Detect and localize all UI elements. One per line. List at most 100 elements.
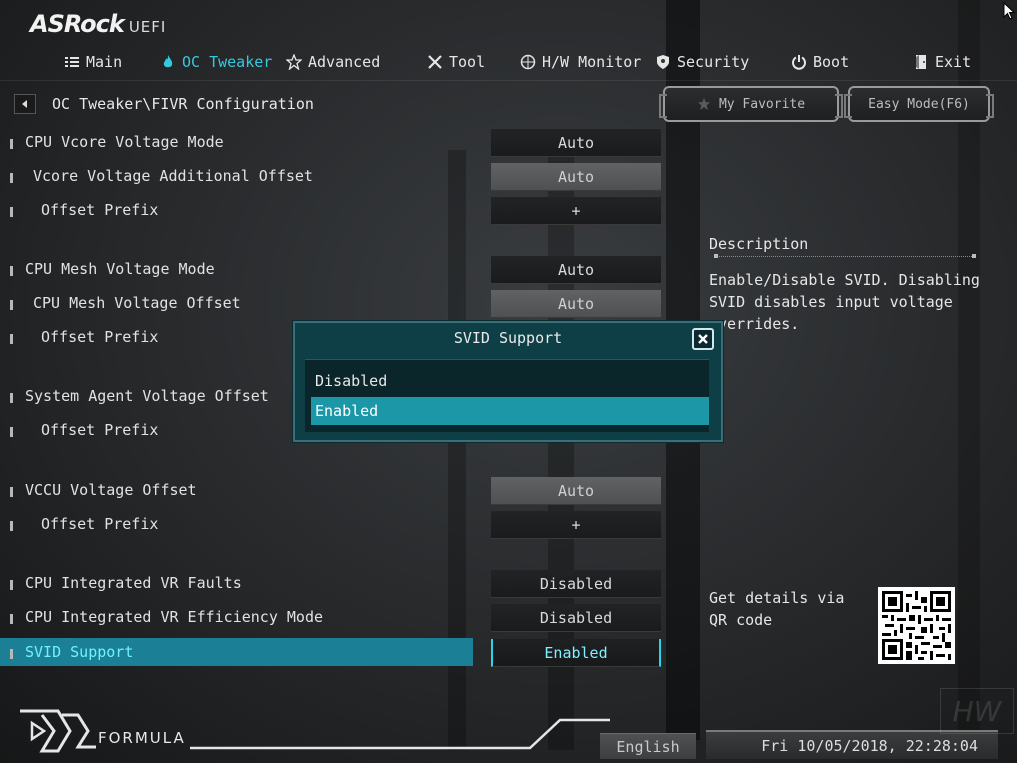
setting-label: Offset Prefix: [41, 515, 159, 533]
setting-value[interactable]: Auto: [491, 129, 661, 157]
setting-label: Offset Prefix: [41, 328, 159, 346]
tab-boot[interactable]: Boot: [791, 50, 849, 74]
setting-value[interactable]: +: [491, 197, 661, 225]
monitor-icon: [520, 54, 536, 70]
option-disabled[interactable]: Disabled: [311, 367, 709, 395]
setting-label: Vcore Voltage Additional Offset: [33, 167, 313, 185]
tab-boot-label: Boot: [813, 53, 850, 71]
footer-decoration: [190, 718, 610, 750]
brand-logo: ASRock UEFI: [30, 10, 167, 38]
row-marker: [10, 521, 13, 531]
back-button[interactable]: [14, 94, 36, 114]
list-icon: [65, 57, 79, 67]
close-icon: [698, 334, 708, 344]
tab-advanced-label: Advanced: [308, 53, 381, 71]
tab-exit[interactable]: Exit: [913, 50, 971, 74]
row-marker: [10, 334, 13, 344]
option-enabled[interactable]: Enabled: [311, 397, 709, 425]
setting-label: Offset Prefix: [41, 421, 159, 439]
svid-support-dialog: SVID Support Disabled Enabled: [293, 321, 723, 442]
brand-suffix: UEFI: [128, 18, 167, 36]
tab-security[interactable]: Security: [655, 50, 749, 74]
setting-row[interactable]: Offset Prefix +: [0, 196, 670, 226]
setting-label: CPU Integrated VR Efficiency Mode: [25, 608, 324, 626]
row-marker: [10, 207, 13, 217]
easy-mode-button[interactable]: Easy Mode(F6): [844, 86, 994, 122]
row-marker: [10, 649, 13, 659]
dialog-title: SVID Support: [453, 329, 563, 347]
row-marker: [10, 266, 13, 276]
row-marker: [10, 487, 13, 497]
brand-name: ASRock: [30, 10, 125, 38]
setting-value[interactable]: +: [491, 511, 661, 539]
setting-value[interactable]: Disabled: [491, 570, 661, 598]
date-time-display: Fri 10/05/2018, 22:28:04: [706, 730, 998, 759]
row-marker: [10, 614, 13, 624]
row-marker: [10, 139, 13, 149]
tab-oc-tweaker[interactable]: OC Tweaker: [160, 50, 272, 74]
setting-value[interactable]: Disabled: [491, 604, 661, 632]
option-list: Disabled Enabled: [305, 359, 709, 432]
setting-row[interactable]: Vcore Voltage Additional Offset Auto: [0, 162, 670, 192]
tab-security-label: Security: [677, 53, 750, 71]
setting-row[interactable]: VCCU Voltage Offset Auto: [0, 476, 670, 506]
description-title: Description: [709, 235, 809, 253]
star-icon: [697, 97, 711, 111]
row-marker: [10, 300, 13, 310]
mouse-cursor-icon: [1003, 2, 1015, 20]
setting-value[interactable]: Auto: [491, 256, 661, 284]
main-nav: Main OC Tweaker Advanced Tool H/W Monito…: [0, 46, 1017, 78]
tab-advanced[interactable]: Advanced: [286, 50, 380, 74]
watermark-logo: HW: [940, 688, 1014, 734]
setting-value[interactable]: Auto: [491, 163, 661, 191]
tools-icon: [428, 55, 442, 69]
tab-hw-monitor-label: H/W Monitor: [542, 53, 642, 71]
setting-label: VCCU Voltage Offset: [25, 481, 197, 499]
breadcrumb-path: OC Tweaker\FIVR Configuration: [52, 95, 314, 113]
setting-row[interactable]: CPU Integrated VR Faults Disabled: [0, 569, 670, 599]
my-favorite-button[interactable]: My Favorite: [659, 86, 843, 122]
tab-tool[interactable]: Tool: [427, 50, 485, 74]
setting-row-selected[interactable]: SVID Support Enabled: [0, 638, 670, 668]
setting-label: CPU Mesh Voltage Offset: [33, 294, 241, 312]
tab-main[interactable]: Main: [64, 50, 122, 74]
row-marker: [10, 427, 13, 437]
exit-icon: [916, 55, 926, 69]
breadcrumb: OC Tweaker\FIVR Configuration: [14, 94, 314, 114]
power-icon: [792, 55, 806, 70]
setting-row[interactable]: CPU Vcore Voltage Mode Auto: [0, 128, 670, 158]
easy-mode-label: Easy Mode(F6): [868, 96, 970, 112]
description-text: Enable/Disable SVID. Disabling SVID disa…: [709, 271, 980, 333]
tab-exit-label: Exit: [935, 53, 972, 71]
setting-row[interactable]: CPU Integrated VR Efficiency Mode Disabl…: [0, 603, 670, 633]
nav-divider: [0, 80, 1017, 81]
setting-label: Offset Prefix: [41, 201, 159, 219]
tab-tool-label: Tool: [449, 53, 486, 71]
setting-value[interactable]: Enabled: [491, 639, 661, 667]
language-selector[interactable]: English: [600, 733, 696, 759]
setting-row[interactable]: Offset Prefix +: [0, 510, 670, 540]
setting-label: CPU Mesh Voltage Mode: [25, 260, 215, 278]
setting-value[interactable]: Auto: [491, 290, 661, 318]
tab-hw-monitor[interactable]: H/W Monitor: [520, 50, 641, 74]
setting-row[interactable]: CPU Mesh Voltage Mode Auto: [0, 255, 670, 285]
close-button[interactable]: [692, 328, 714, 350]
row-marker: [10, 173, 13, 183]
setting-value[interactable]: Auto: [491, 477, 661, 505]
tab-oc-tweaker-label: OC Tweaker: [182, 53, 273, 71]
setting-label: System Agent Voltage Offset: [25, 387, 269, 405]
flame-icon: [163, 55, 173, 68]
tab-main-label: Main: [86, 53, 123, 71]
qr-code: [878, 587, 955, 664]
setting-label: CPU Vcore Voltage Mode: [25, 133, 224, 151]
qr-caption: Get details via QR code: [709, 589, 845, 629]
setting-row[interactable]: CPU Mesh Voltage Offset Auto: [0, 289, 670, 319]
setting-label: SVID Support: [25, 643, 134, 661]
formula-text: FORMULA: [98, 729, 186, 747]
my-favorite-label: My Favorite: [718, 96, 806, 112]
row-marker: [10, 580, 13, 590]
shield-icon: [657, 55, 669, 69]
back-arrow-icon: [22, 100, 27, 108]
description-divider: [714, 254, 976, 258]
qr-code-icon: [882, 591, 951, 660]
